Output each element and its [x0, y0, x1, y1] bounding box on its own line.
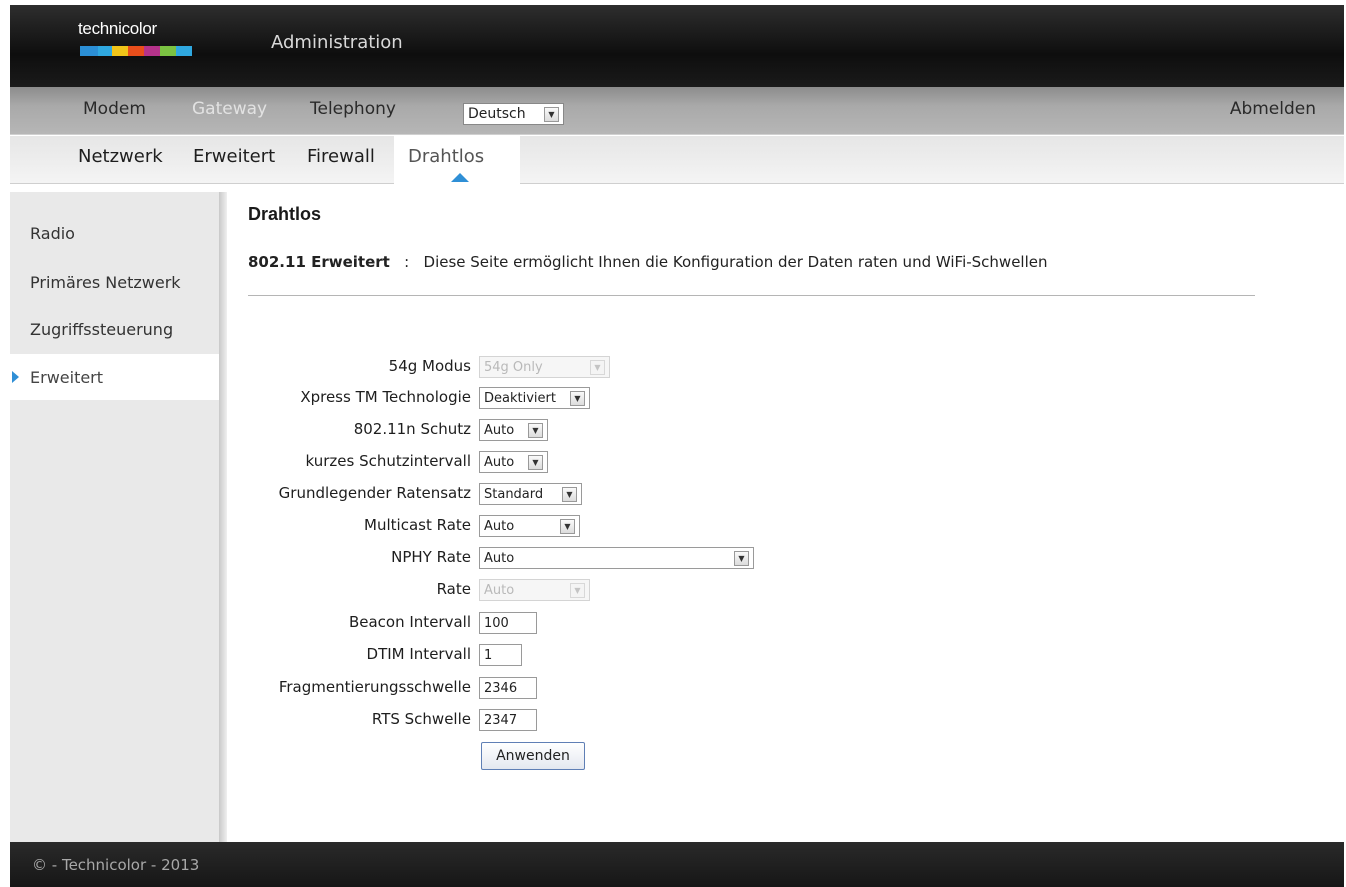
select-value: Deaktiviert [484, 390, 556, 406]
sidebar-item-label: Erweitert [30, 367, 104, 387]
row-basic-rateset: Grundlegender Ratensatz Standard ▼ [227, 483, 1344, 507]
subnav-erweitert[interactable]: Erweitert [193, 146, 275, 167]
select-value: Auto [484, 582, 515, 598]
arrow-right-icon [12, 371, 19, 383]
subnav-firewall[interactable]: Firewall [307, 146, 375, 167]
select-short-guard[interactable]: Auto ▼ [479, 451, 548, 473]
subnav-drahtlos[interactable]: Drahtlos [408, 146, 484, 167]
chevron-down-icon: ▼ [560, 518, 575, 534]
label-nphy-rate: NPHY Rate [391, 548, 471, 566]
app-title: Administration [271, 32, 403, 53]
dtim-interval-input[interactable] [484, 647, 517, 663]
page-description: 802.11 Erweitert : Diese Seite ermöglich… [248, 253, 1048, 271]
frag-threshold-input[interactable] [484, 680, 532, 696]
row-frag-threshold: Fragmentierungsschwelle [227, 677, 1344, 701]
select-value: 54g Only [484, 359, 543, 375]
row-xpress: Xpress TM Technologie Deaktiviert ▼ [227, 387, 1344, 411]
apply-button[interactable]: Anwenden [481, 742, 585, 770]
beacon-interval-input[interactable] [484, 615, 532, 631]
row-multicast-rate: Multicast Rate Auto ▼ [227, 515, 1344, 539]
logo-color-bar [80, 46, 192, 56]
chevron-down-icon: ▼ [528, 454, 543, 470]
main-content: Drahtlos 802.11 Erweitert : Diese Seite … [227, 192, 1344, 842]
label-n-protection: 802.11n Schutz [353, 420, 471, 438]
label-short-guard: kurzes Schutzintervall [305, 452, 471, 470]
nav-gateway[interactable]: Gateway [192, 99, 267, 119]
chevron-down-icon: ▼ [528, 422, 543, 438]
select-value: Auto [484, 550, 515, 566]
frag-threshold-field[interactable] [479, 677, 537, 699]
label-xpress: Xpress TM Technologie [300, 388, 471, 406]
label-beacon-interval: Beacon Intervall [348, 613, 471, 631]
select-multicast-rate[interactable]: Auto ▼ [479, 515, 580, 537]
sidebar-item-primaeres-netzwerk[interactable]: Primäres Netzwerk [10, 259, 219, 305]
chevron-down-icon: ▼ [590, 359, 605, 375]
language-value: Deutsch [468, 106, 526, 122]
nav-telephony[interactable]: Telephony [310, 99, 396, 119]
chevron-down-icon: ▼ [562, 486, 577, 502]
page-title: Drahtlos [248, 204, 322, 224]
logo-text: technicolor [78, 19, 157, 38]
select-54g-mode[interactable]: 54g Only ▼ [479, 356, 610, 378]
select-rate[interactable]: Auto ▼ [479, 579, 590, 601]
technicolor-logo[interactable]: technicolor [78, 19, 208, 69]
beacon-interval-field[interactable] [479, 612, 537, 634]
label-dtim-interval: DTIM Intervall [366, 645, 471, 663]
dtim-interval-field[interactable] [479, 644, 522, 666]
description-title: 802.11 Erweitert [248, 253, 390, 271]
select-nphy-rate[interactable]: Auto ▼ [479, 547, 754, 569]
row-rts-threshold: RTS Schwelle [227, 709, 1344, 733]
row-rate: Rate Auto ▼ [227, 579, 1344, 603]
description-text: Diese Seite ermöglicht Ihnen die Konfigu… [423, 253, 1048, 271]
subnav-netzwerk[interactable]: Netzwerk [78, 146, 163, 167]
header-bar: technicolor Administration [10, 5, 1344, 87]
sidebar-item-radio[interactable]: Radio [10, 210, 219, 256]
chevron-down-icon: ▼ [570, 390, 585, 406]
row-54g-mode: 54g Modus 54g Only ▼ [227, 356, 1344, 380]
sidebar-item-label: Radio [30, 223, 75, 243]
divider [248, 295, 1255, 296]
select-xpress[interactable]: Deaktiviert ▼ [479, 387, 590, 409]
rts-threshold-field[interactable] [479, 709, 537, 731]
copyright-text: © - Technicolor - 2013 [32, 856, 200, 874]
active-tab-caret-icon [451, 173, 469, 182]
row-dtim-interval: DTIM Intervall [227, 644, 1344, 668]
label-basic-rateset: Grundlegender Ratensatz [278, 484, 471, 502]
sidebar-item-label: Primäres Netzwerk [30, 272, 181, 292]
row-short-guard: kurzes Schutzintervall Auto ▼ [227, 451, 1344, 475]
select-basic-rateset[interactable]: Standard ▼ [479, 483, 582, 505]
label-multicast-rate: Multicast Rate [364, 516, 471, 534]
footer: © - Technicolor - 2013 [10, 842, 1344, 887]
chevron-down-icon: ▼ [544, 106, 559, 122]
logout-link[interactable]: Abmelden [1230, 99, 1316, 119]
description-separator: : [404, 253, 410, 271]
row-nphy-rate: NPHY Rate Auto ▼ [227, 547, 1344, 571]
sub-nav: Netzwerk Erweitert Firewall Drahtlos [10, 136, 1344, 184]
nav-modem[interactable]: Modem [83, 99, 146, 119]
select-value: Auto [484, 518, 515, 534]
select-n-protection[interactable]: Auto ▼ [479, 419, 548, 441]
chevron-down-icon: ▼ [734, 550, 749, 566]
main-nav: Modem Gateway Telephony Deutsch ▼ Abmeld… [10, 87, 1344, 135]
label-rts-threshold: RTS Schwelle [371, 710, 471, 728]
language-select[interactable]: Deutsch ▼ [463, 103, 564, 125]
sidebar-item-zugriffssteuerung[interactable]: Zugriffssteuerung [10, 306, 219, 352]
chevron-down-icon: ▼ [570, 582, 585, 598]
label-rate: Rate [436, 580, 471, 598]
select-value: Standard [484, 486, 544, 502]
label-54g-mode: 54g Modus [388, 357, 471, 375]
rts-threshold-input[interactable] [484, 712, 532, 728]
select-value: Auto [484, 422, 515, 438]
select-value: Auto [484, 454, 515, 470]
row-n-protection: 802.11n Schutz Auto ▼ [227, 419, 1344, 443]
row-beacon-interval: Beacon Intervall [227, 612, 1344, 636]
label-frag-threshold: Fragmentierungsschwelle [278, 678, 471, 696]
sidebar-item-label: Zugriffssteuerung [30, 319, 174, 339]
